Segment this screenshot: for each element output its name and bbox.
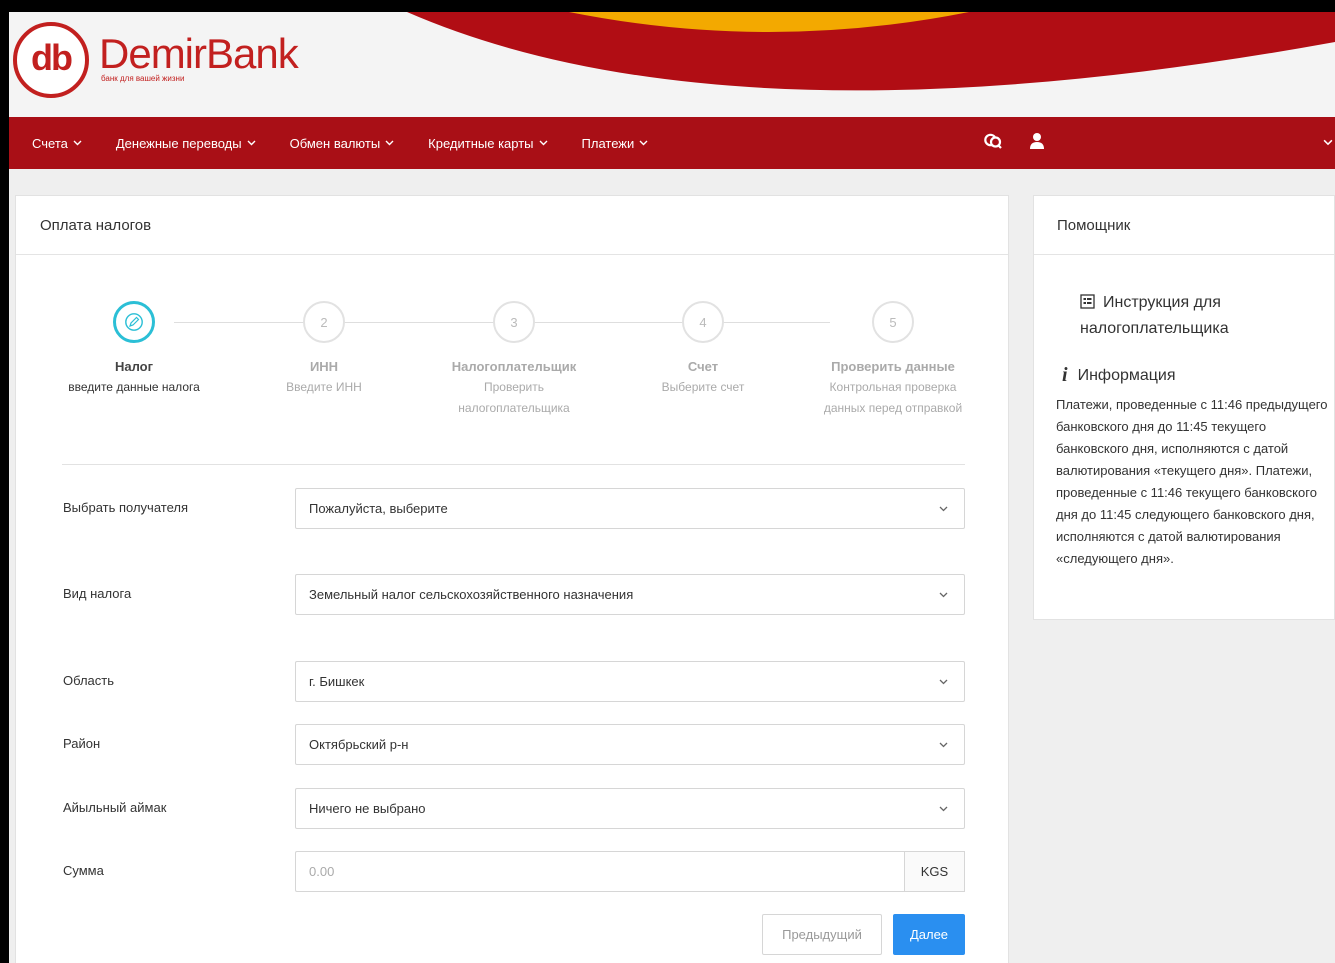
row-aimak: Айыльный аймак Ничего не выбрано — [16, 788, 1010, 829]
step-tax[interactable]: Налог введите данные налога — [39, 301, 229, 398]
previous-button[interactable]: Предыдущий — [762, 914, 882, 955]
step-taxpayer[interactable]: 3 Налогоплательщик Проверить налогоплате… — [419, 301, 609, 419]
currency-addon: KGS — [904, 851, 965, 892]
step-subtitle: Проверить налогоплательщика — [458, 380, 570, 415]
chevron-down-icon — [639, 140, 648, 146]
step-title: Налогоплательщик — [451, 359, 577, 374]
instruction-link-label: Инструкция для налогоплательщика — [1080, 294, 1229, 337]
row-tax-type: Вид налога Земельный налог сельскохозяйс… — [16, 574, 1010, 615]
chevron-down-icon — [247, 140, 256, 146]
site-header: db DemirBank банк для вашей жизни — [9, 12, 1335, 117]
step-circle — [113, 301, 155, 343]
step-circle: 3 — [493, 301, 535, 343]
nav-item-exchange[interactable]: Обмен валюты — [290, 136, 395, 151]
step-circle: 5 — [872, 301, 914, 343]
step-title: ИНН — [309, 359, 339, 374]
info-heading: i Информация — [1062, 364, 1176, 387]
nav-item-label: Денежные переводы — [115, 135, 242, 151]
info-icon: i — [1062, 364, 1068, 386]
helper-title: Помощник — [1034, 196, 1334, 255]
card-title: Оплата налогов — [16, 196, 1008, 255]
pencil-icon — [125, 313, 143, 331]
district-select[interactable]: Октябрьский р-н — [295, 724, 965, 765]
chevron-down-icon — [939, 742, 948, 748]
info-title-text: Информация — [1077, 366, 1176, 384]
district-label: Район — [63, 736, 101, 751]
select-value: Пожалуйста, выберите — [309, 501, 448, 516]
row-amount: Сумма 0.00 KGS — [16, 851, 1010, 892]
chevron-down-icon — [939, 506, 948, 512]
nav-item-accounts[interactable]: Счета — [32, 136, 82, 151]
step-subtitle: Выберите счет — [661, 380, 745, 394]
logo-letters: db — [31, 37, 73, 78]
tax-payment-card: Оплата налогов Налог введите данные нало… — [15, 195, 1009, 963]
nav-item-payments[interactable]: Платежи — [582, 136, 649, 151]
select-value: Ничего не выбрано — [309, 801, 426, 816]
nav-item-label: Обмен валюты — [289, 135, 381, 151]
logo[interactable]: db DemirBank банк для вашей жизни — [13, 22, 299, 98]
row-recipient: Выбрать получателя Пожалуйста, выберите — [16, 488, 1010, 529]
form-divider — [62, 464, 965, 465]
chevron-down-icon — [539, 140, 548, 146]
helper-panel: Помощник Инструкция для налогоплательщик… — [1033, 195, 1335, 620]
info-text: Платежи, проведенные с 11:46 предыдущего… — [1056, 397, 1328, 566]
chevron-down-icon — [939, 806, 948, 812]
step-verify[interactable]: 5 Проверить данные Контрольная проверка … — [798, 301, 988, 419]
document-icon — [1080, 294, 1095, 309]
nav-item-label: Кредитные карты — [428, 135, 534, 151]
chevron-down-icon — [73, 140, 82, 146]
nav-item-transfers[interactable]: Денежные переводы — [116, 136, 256, 151]
amount-label: Сумма — [63, 863, 104, 878]
logo-mark: db — [13, 22, 89, 98]
step-subtitle: Введите ИНН — [286, 380, 362, 394]
brand-name: DemirBank — [99, 29, 299, 77]
select-value: Земельный налог сельскохозяйственного на… — [309, 587, 634, 602]
nav-icon-group — [983, 131, 1071, 151]
step-title: Счет — [687, 359, 719, 374]
amount-input[interactable]: 0.00 — [295, 851, 905, 892]
wizard-steps: Налог введите данные налога 2 ИНН Введит… — [16, 284, 1010, 424]
nav-item-label: Платежи — [581, 135, 635, 151]
step-circle: 2 — [303, 301, 345, 343]
main-nav: Счета Денежные переводы Обмен валюты Кре… — [9, 117, 1335, 169]
select-value: Октябрьский р-н — [309, 737, 409, 752]
region-select[interactable]: г. Бишкек — [295, 661, 965, 702]
select-value: г. Бишкек — [309, 674, 365, 689]
nav-item-credit-cards[interactable]: Кредитные карты — [428, 135, 548, 151]
next-button[interactable]: Далее — [893, 914, 965, 955]
tax-type-select[interactable]: Земельный налог сельскохозяйственного на… — [295, 574, 965, 615]
step-subtitle: введите данные налога — [68, 380, 200, 394]
recipient-select[interactable]: Пожалуйста, выберите — [295, 488, 965, 529]
chat-icon[interactable] — [983, 131, 1003, 151]
step-inn[interactable]: 2 ИНН Введите ИНН — [229, 301, 419, 398]
row-district: Район Октябрьский р-н — [16, 724, 1010, 765]
aimak-label: Айыльный аймак — [63, 800, 167, 815]
app-window: db DemirBank банк для вашей жизни Счета … — [9, 12, 1335, 963]
chevron-down-icon[interactable] — [1323, 139, 1333, 146]
row-region: Область г. Бишкек — [16, 661, 1010, 702]
recipient-label: Выбрать получателя — [63, 500, 188, 515]
instruction-link[interactable]: Инструкция для налогоплательщика — [1080, 290, 1320, 342]
tax-type-label: Вид налога — [63, 586, 132, 601]
chevron-down-icon — [939, 592, 948, 598]
chevron-down-icon — [939, 679, 948, 685]
brand-text: DemirBank банк для вашей жизни — [99, 29, 299, 83]
chevron-down-icon — [385, 140, 394, 146]
user-icon[interactable] — [1029, 132, 1045, 150]
step-title: Налог — [114, 359, 154, 374]
step-title: Проверить данные — [831, 359, 955, 374]
aimak-select[interactable]: Ничего не выбрано — [295, 788, 965, 829]
step-account[interactable]: 4 Счет Выберите счет — [608, 301, 798, 398]
region-label: Область — [63, 673, 115, 688]
step-circle: 4 — [682, 301, 724, 343]
nav-item-label: Счета — [32, 135, 68, 151]
step-subtitle: Контрольная проверка данных перед отправ… — [823, 380, 963, 415]
